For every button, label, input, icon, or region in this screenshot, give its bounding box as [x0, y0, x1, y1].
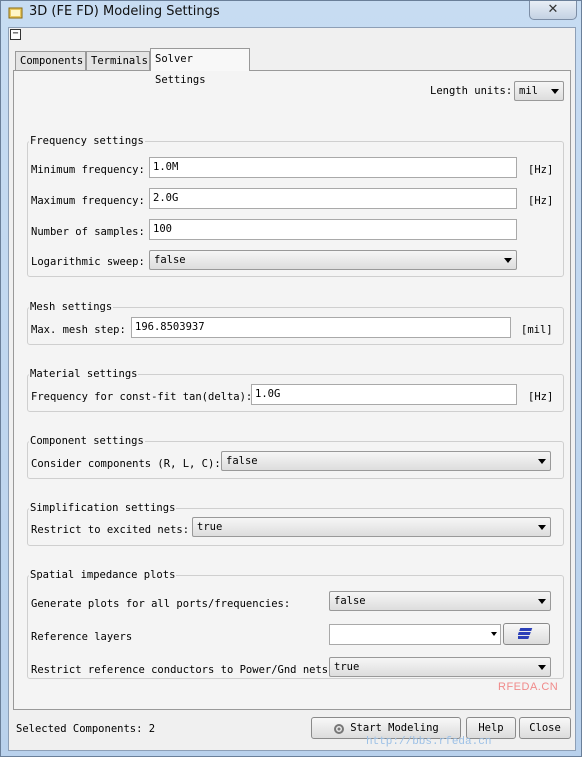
log-sweep-label: Logarithmic sweep:	[31, 256, 145, 268]
max-frequency-input[interactable]: 2.0G	[149, 188, 517, 209]
window-title: 3D (FE FD) Modeling Settings	[29, 4, 220, 19]
consider-components-value: false	[226, 455, 258, 467]
min-frequency-label: Minimum frequency:	[31, 164, 145, 176]
max-frequency-unit: [Hz]	[528, 195, 554, 207]
max-frequency-label: Maximum frequency:	[31, 195, 145, 207]
restrict-excited-label: Restrict to excited nets:	[31, 524, 190, 536]
start-modeling-button[interactable]: Start Modeling	[311, 717, 461, 739]
log-sweep-select[interactable]: false	[149, 250, 517, 270]
collapse-toggle[interactable]: −	[10, 29, 21, 40]
restrict-reference-value: true	[334, 661, 360, 673]
material-settings-title: Material settings	[29, 368, 139, 380]
simplification-settings-group: Simplification settings Restrict to exci…	[27, 502, 564, 546]
mesh-step-unit: [mil]	[521, 324, 553, 336]
chevron-down-icon	[504, 258, 512, 263]
min-frequency-input[interactable]: 1.0M	[149, 157, 517, 178]
samples-label: Number of samples:	[31, 226, 145, 238]
restrict-reference-label: Restrict reference conductors to Power/G…	[31, 664, 335, 676]
tab-solver-settings[interactable]: Solver Settings	[150, 48, 250, 86]
title-bar[interactable]: 3D (FE FD) Modeling Settings ✕	[1, 1, 581, 25]
window-close-button[interactable]: ✕	[529, 1, 577, 20]
spatial-impedance-group: Spatial impedance plots Generate plots f…	[27, 569, 564, 679]
consider-components-label: Consider components (R, L, C):	[31, 458, 221, 470]
log-sweep-value: false	[154, 254, 186, 266]
frequency-settings-title: Frequency settings	[29, 135, 145, 147]
generate-plots-select[interactable]: false	[329, 591, 551, 611]
start-modeling-label: Start Modeling	[350, 722, 439, 734]
mesh-settings-group: Mesh settings Max. mesh step: 196.850393…	[27, 301, 564, 345]
help-button[interactable]: Help	[466, 717, 516, 739]
generate-plots-label: Generate plots for all ports/frequencies…	[31, 598, 291, 610]
restrict-reference-select[interactable]: true	[329, 657, 551, 677]
simplification-settings-title: Simplification settings	[29, 502, 177, 514]
app-icon	[8, 7, 23, 19]
selected-components-status: Selected Components: 2	[16, 723, 156, 735]
reference-layers-button[interactable]	[503, 623, 550, 645]
reference-layers-label: Reference layers	[31, 631, 133, 643]
min-frequency-unit: [Hz]	[528, 164, 554, 176]
tab-terminals[interactable]: Terminals	[86, 51, 150, 71]
const-fit-frequency-input[interactable]: 1.0G	[251, 384, 517, 405]
gear-icon	[333, 722, 345, 734]
length-units-value: mil	[519, 85, 538, 97]
material-settings-group: Material settings Frequency for const-fi…	[27, 368, 564, 412]
mesh-step-input[interactable]: 196.8503937	[131, 317, 511, 338]
chevron-down-icon	[538, 459, 546, 464]
tab-components[interactable]: Components	[15, 51, 86, 71]
chevron-down-icon	[491, 632, 497, 636]
mesh-step-label: Max. mesh step:	[31, 324, 126, 336]
chevron-down-icon	[538, 525, 546, 530]
frequency-settings-group: Frequency settings Minimum frequency: 1.…	[27, 135, 564, 277]
close-button[interactable]: Close	[519, 717, 571, 739]
spatial-impedance-title: Spatial impedance plots	[29, 569, 177, 581]
dialog-client-area: − Components Terminals Solver Settings L…	[8, 27, 576, 751]
chevron-down-icon	[551, 89, 559, 94]
chevron-down-icon	[538, 599, 546, 604]
length-units-label: Length units:	[430, 85, 513, 97]
consider-components-select[interactable]: false	[221, 451, 551, 471]
component-settings-group: Component settings Consider components (…	[27, 435, 564, 479]
layers-icon	[515, 628, 532, 639]
reference-layers-combo[interactable]	[329, 624, 501, 645]
const-fit-frequency-unit: [Hz]	[528, 391, 554, 403]
generate-plots-value: false	[334, 595, 366, 607]
length-units-select[interactable]: mil	[514, 81, 564, 101]
mesh-settings-title: Mesh settings	[29, 301, 114, 313]
samples-input[interactable]: 100	[149, 219, 517, 240]
restrict-excited-select[interactable]: true	[192, 517, 551, 537]
dialog-window: 3D (FE FD) Modeling Settings ✕ − Compone…	[0, 0, 582, 757]
component-settings-title: Component settings	[29, 435, 145, 447]
const-fit-frequency-label: Frequency for const-fit tan(delta):	[31, 391, 253, 403]
solver-settings-panel: Length units: mil Frequency settings Min…	[13, 70, 571, 710]
restrict-excited-value: true	[197, 521, 223, 533]
chevron-down-icon	[538, 665, 546, 670]
